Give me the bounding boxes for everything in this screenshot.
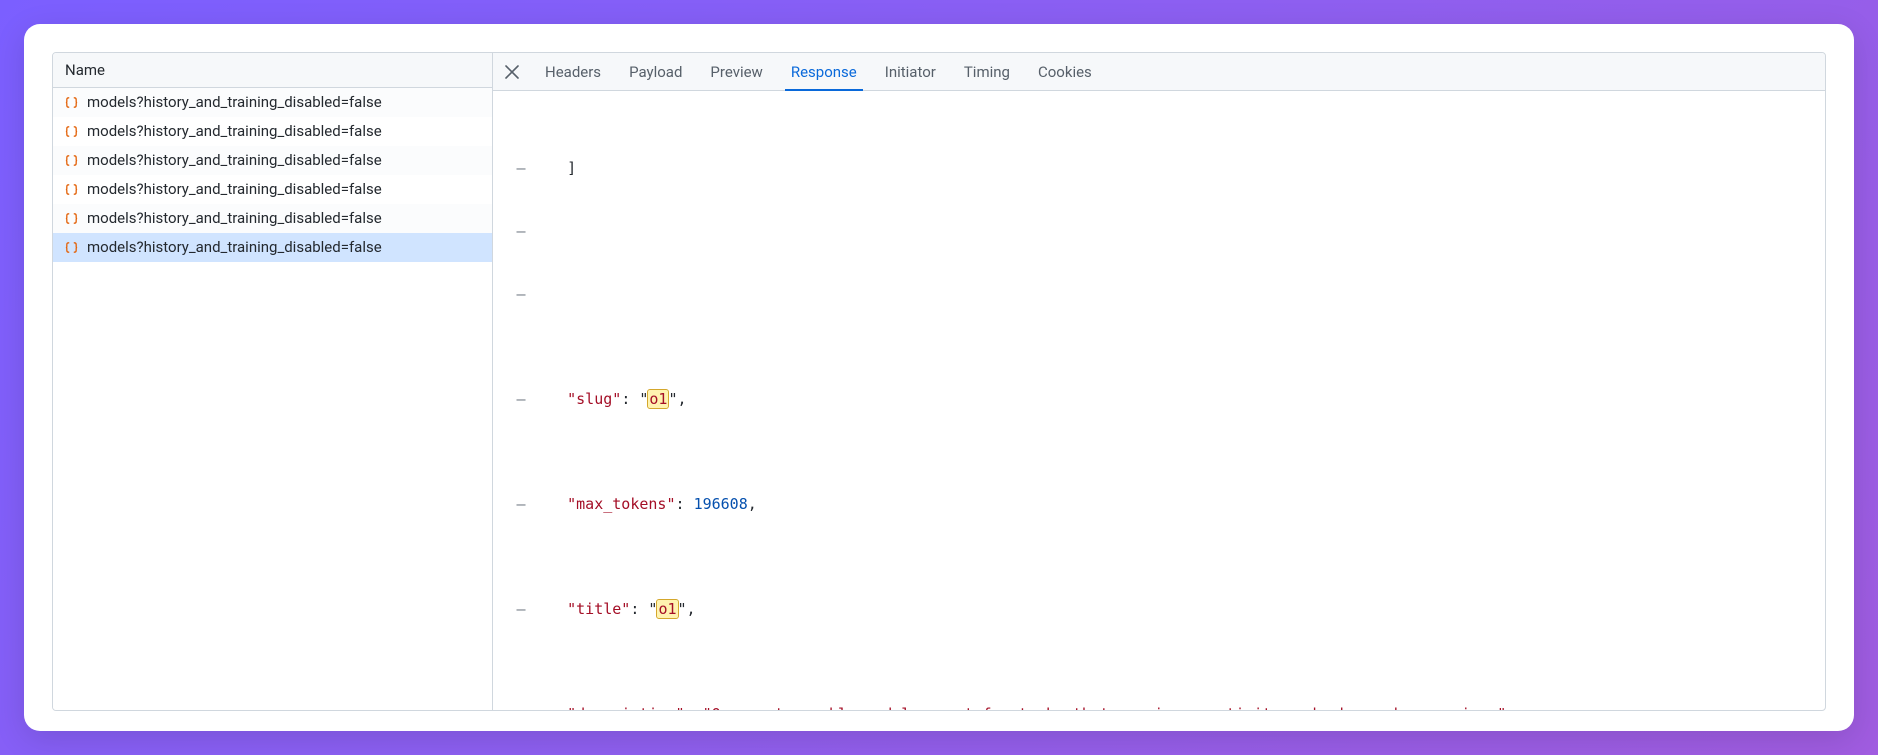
request-label: models?history_and_training_disabled=fal…	[87, 238, 382, 256]
request-row[interactable]: models?history_and_training_disabled=fal…	[53, 88, 492, 117]
detail-tabs: Headers Payload Preview Response Initiat…	[493, 53, 1825, 91]
json-file-icon	[63, 94, 79, 110]
request-row[interactable]: models?history_and_training_disabled=fal…	[53, 175, 492, 204]
highlight-match: o1	[648, 390, 668, 408]
json-file-icon	[63, 123, 79, 139]
tab-payload[interactable]: Payload	[615, 53, 696, 90]
tab-preview[interactable]: Preview	[696, 53, 776, 90]
request-row[interactable]: models?history_and_training_disabled=fal…	[53, 204, 492, 233]
json-val-slug: "o1"	[639, 390, 677, 408]
request-list: Name models?history_and_training_disable…	[53, 53, 493, 710]
json-key-title: "title"	[567, 600, 630, 618]
request-row[interactable]: models?history_and_training_disabled=fal…	[53, 146, 492, 175]
devtools-card: Name models?history_and_training_disable…	[24, 24, 1854, 731]
tab-cookies[interactable]: Cookies	[1024, 53, 1106, 90]
json-punct: ]	[567, 159, 576, 177]
request-label: models?history_and_training_disabled=fal…	[87, 151, 382, 169]
json-file-icon	[63, 152, 79, 168]
json-key-max-tokens: "max_tokens"	[567, 495, 675, 513]
json-val-description: "Our most capable model, great for tasks…	[703, 705, 1507, 710]
json-val-max-tokens: 196608	[694, 495, 748, 513]
request-detail-pane: Headers Payload Preview Response Initiat…	[493, 53, 1825, 710]
tab-response[interactable]: Response	[777, 53, 871, 90]
json-file-icon	[63, 181, 79, 197]
request-list-header[interactable]: Name	[53, 53, 492, 88]
tab-timing[interactable]: Timing	[950, 53, 1024, 90]
tab-headers[interactable]: Headers	[531, 53, 615, 90]
request-label: models?history_and_training_disabled=fal…	[87, 93, 382, 111]
close-icon[interactable]	[493, 53, 531, 91]
network-panel: Name models?history_and_training_disable…	[52, 52, 1826, 711]
request-row[interactable]: models?history_and_training_disabled=fal…	[53, 117, 492, 146]
json-key-description: "description"	[567, 705, 684, 710]
request-label: models?history_and_training_disabled=fal…	[87, 180, 382, 198]
request-label: models?history_and_training_disabled=fal…	[87, 122, 382, 140]
request-row[interactable]: models?history_and_training_disabled=fal…	[53, 233, 492, 262]
json-key-slug: "slug"	[567, 390, 621, 408]
tab-initiator[interactable]: Initiator	[871, 53, 950, 90]
response-body[interactable]: – ] – – – "slug": "o1", – "max_tokens": …	[493, 91, 1825, 710]
json-file-icon	[63, 210, 79, 226]
highlight-match: o1	[657, 600, 677, 618]
json-val-title: "o1"	[648, 600, 686, 618]
json-file-icon	[63, 239, 79, 255]
request-label: models?history_and_training_disabled=fal…	[87, 209, 382, 227]
